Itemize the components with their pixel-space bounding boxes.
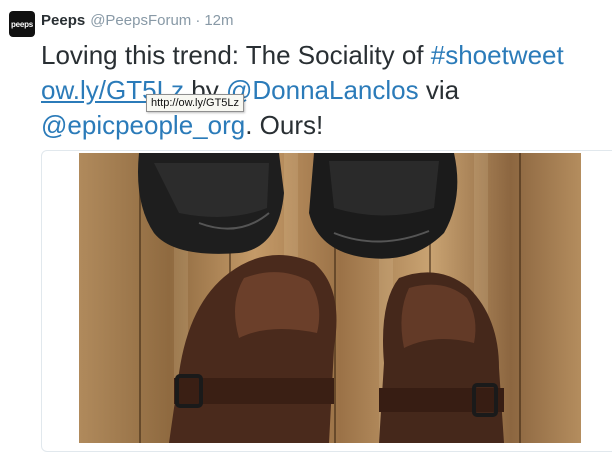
shoes-photo[interactable] — [79, 153, 581, 443]
author-handle[interactable]: @PeepsForum — [90, 12, 191, 29]
timestamp[interactable]: 12m — [204, 12, 233, 29]
author-name[interactable]: Peeps — [41, 12, 85, 29]
hashtag-link[interactable]: #shoetweet — [431, 40, 564, 70]
media-card[interactable] — [41, 150, 612, 452]
text-via: via — [418, 75, 460, 105]
separator: · — [195, 12, 201, 29]
text-end: . Ours! — [245, 110, 324, 140]
url-tooltip: http://ow.ly/GT5Lz — [146, 94, 245, 112]
tweet-text: Loving this trend: The Sociality of #sho… — [41, 38, 612, 143]
tweet-header: Peeps @PeepsForum · 12m — [41, 12, 234, 30]
avatar-text: peeps — [10, 19, 34, 29]
text-part1: Loving this trend: The Sociality of — [41, 40, 431, 70]
mention-donna[interactable]: @DonnaLanclos — [226, 75, 419, 105]
mention-epicpeople[interactable]: @epicpeople_org — [41, 110, 245, 140]
avatar[interactable]: peeps — [9, 11, 35, 37]
